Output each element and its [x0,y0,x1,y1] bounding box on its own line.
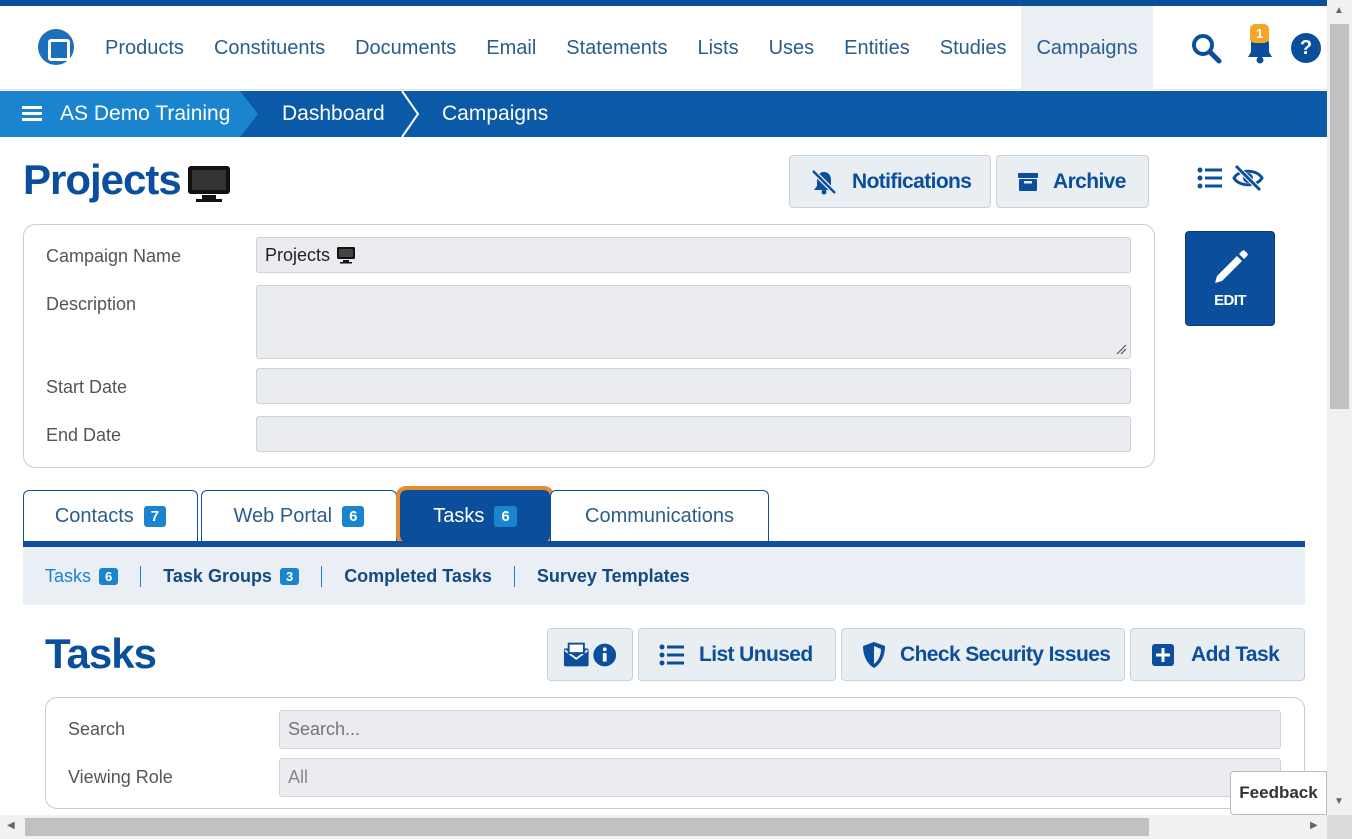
nav-uses[interactable]: Uses [754,6,830,90]
subtab-task-groups[interactable]: Task Groups 3 [140,565,321,587]
nav-email[interactable]: Email [471,6,551,90]
archive-box-icon [1018,172,1038,191]
search-label: Search [68,719,126,739]
view-toggle-group [1196,164,1264,192]
tab-tasks-label: Tasks [433,505,485,527]
hamburger-menu-icon[interactable] [22,106,42,122]
app-logo[interactable] [38,29,74,65]
tab-web-portal-count: 6 [342,506,365,527]
check-security-issues-button[interactable]: Check Security Issues [841,628,1125,681]
notifications-button[interactable]: Notifications [789,155,991,208]
plus-square-icon [1152,643,1174,666]
bell-slash-icon [811,168,837,195]
help-icon[interactable]: ? [1284,26,1328,70]
nav-icon-group: 1 ? [1184,6,1328,90]
campaign-name-label: Campaign Name [46,246,182,266]
start-date-field[interactable] [256,368,1131,404]
tab-contacts[interactable]: Contacts 7 [23,490,198,542]
shield-icon [863,641,885,668]
viewing-role-select[interactable]: All [279,758,1281,797]
tab-web-portal-label: Web Portal [233,505,333,527]
tab-communications[interactable]: Communications [550,490,769,542]
tab-communications-label: Communications [585,505,734,527]
scroll-left-arrow-icon[interactable]: ◀ [7,820,15,831]
end-date-label: End Date [46,425,122,445]
campaign-name-field[interactable]: Projects [256,237,1131,273]
task-subtabs: Tasks 6 Task Groups 3 Completed Tasks Surv… [23,547,1305,605]
campaign-name-value: Projects [265,244,331,265]
nav-statements[interactable]: Statements [551,6,682,90]
resize-grip-icon[interactable] [1115,343,1127,355]
add-task-button[interactable]: Add Task [1130,628,1305,681]
tab-contacts-label: Contacts [54,505,134,527]
campaign-details-card: Campaign Name Projects Description Start… [23,224,1155,468]
feedback-button[interactable]: Feedback [1230,771,1327,815]
subtab-task-groups-count: 3 [279,567,300,585]
breadcrumb-item-campaigns[interactable]: Campaigns [442,91,548,137]
top-navbar: Products Constituents Documents Email St… [0,6,1327,90]
list-icon [659,644,684,665]
breadcrumb-menu[interactable]: AS Demo Training [0,91,258,137]
notification-count-badge: 1 [1250,24,1270,43]
nav-studies[interactable]: Studies [925,6,1022,90]
scrollbar-corner [1327,815,1352,839]
add-task-label: Add Task [1191,642,1280,666]
tab-tasks-count: 6 [494,506,517,527]
search-icon[interactable] [1184,26,1228,70]
page-title: Projects [23,156,182,203]
archive-label: Archive [1053,169,1126,193]
viewing-role-value: All [288,767,309,787]
bell-icon[interactable]: 1 [1238,24,1282,70]
subtab-completed-tasks[interactable]: Completed Tasks [321,565,514,587]
archive-button[interactable]: Archive [996,155,1149,208]
list-unused-label: List Unused [699,642,813,666]
list-unused-button[interactable]: List Unused [638,628,836,681]
horizontal-scroll-thumb[interactable] [25,818,1149,836]
scroll-down-arrow-icon[interactable]: ▼ [1334,796,1344,807]
description-textarea[interactable] [256,285,1131,359]
task-filter-card: Search Viewing Role All [45,697,1305,809]
envelope-info-icon [563,642,617,666]
end-date-field[interactable] [256,416,1131,452]
nav-entities[interactable]: Entities [829,6,925,90]
subtab-survey-templates[interactable]: Survey Templates [513,565,712,587]
breadcrumb-separator-icon [401,91,420,137]
monitor-icon [188,166,230,202]
tab-contacts-count: 7 [143,506,167,527]
search-input[interactable] [279,710,1281,749]
pencil-icon [1215,250,1248,283]
breadcrumb-item-dashboard[interactable]: Dashboard [282,91,385,137]
monitor-icon [337,247,356,264]
nav-documents[interactable]: Documents [340,6,471,90]
nav-constituents[interactable]: Constituents [199,6,340,90]
nav-lists[interactable]: Lists [682,6,753,90]
eye-slash-icon[interactable] [1232,164,1264,192]
tasks-heading: Tasks [45,630,157,677]
tab-tasks[interactable]: Tasks 6 [396,486,554,546]
check-security-label: Check Security Issues [900,642,1111,666]
notifications-label: Notifications [852,169,972,193]
vertical-scroll-thumb[interactable] [1330,24,1349,409]
breadcrumb-item-org[interactable]: AS Demo Training [60,102,230,126]
scroll-right-arrow-icon[interactable]: ▶ [1310,820,1318,831]
edit-label: EDIT [1214,292,1246,309]
main-nav: Products Constituents Documents Email St… [90,6,1153,90]
nav-campaigns[interactable]: Campaigns [1021,6,1153,90]
tab-web-portal[interactable]: Web Portal 6 [201,490,397,542]
breadcrumb: AS Demo Training Dashboard Campaigns [0,91,1327,137]
viewing-role-label: Viewing Role [68,767,173,787]
scroll-up-arrow-icon[interactable]: ▲ [1334,5,1344,16]
nav-products[interactable]: Products [90,6,199,90]
start-date-label: Start Date [46,377,128,397]
edit-button[interactable]: EDIT [1185,231,1275,326]
subtab-tasks[interactable]: Tasks 6 [45,566,140,587]
list-icon[interactable] [1196,164,1224,192]
envelope-info-button[interactable] [547,628,633,681]
subtab-tasks-count: 6 [99,567,119,585]
description-label: Description [46,294,137,314]
